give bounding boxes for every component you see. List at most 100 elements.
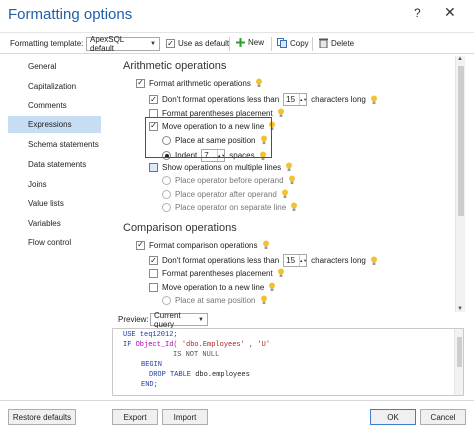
- ok-button[interactable]: OK: [370, 409, 416, 425]
- move-new-line-comp-option[interactable]: Move operation to a new line: [149, 282, 276, 292]
- separate-line-radio[interactable]: [162, 202, 171, 212]
- new-label: New: [248, 38, 265, 47]
- copy-label: Copy: [290, 38, 309, 48]
- lightbulb-icon[interactable]: [260, 295, 268, 305]
- nav-item-variables[interactable]: Variables: [8, 215, 101, 232]
- template-select[interactable]: ApexSQL default ▼: [86, 35, 160, 53]
- code-function: Object_Id: [135, 341, 174, 349]
- highlight-box: [145, 117, 272, 158]
- scrollbar-thumb[interactable]: [458, 66, 464, 216]
- nav-item-label: Schema statements: [28, 140, 99, 149]
- nav-item-expressions[interactable]: Expressions: [8, 116, 101, 133]
- parens-comp-option[interactable]: Format parentheses placement: [149, 268, 285, 278]
- dont-format-comp-checkbox[interactable]: [149, 256, 158, 265]
- code-scrollbar[interactable]: [454, 329, 463, 395]
- scroll-up-icon[interactable]: ▲: [457, 56, 463, 62]
- options-scrollbar[interactable]: ▲ ▼: [455, 56, 465, 312]
- dont-format-arith-checkbox[interactable]: [149, 95, 158, 104]
- restore-defaults-button[interactable]: Restore defaults: [8, 409, 76, 425]
- nav-item-value-lists[interactable]: Value lists: [8, 195, 101, 212]
- place-same-comp-option[interactable]: Place at same position: [162, 295, 268, 305]
- show-multiple-option[interactable]: Show operations on multiple lines: [149, 162, 293, 172]
- after-operand-radio[interactable]: [162, 189, 171, 199]
- dont-format-arith-stepper[interactable]: 15 ▲▼: [283, 93, 308, 106]
- lightbulb-icon[interactable]: [370, 256, 378, 266]
- nav-item-comments[interactable]: Comments: [8, 97, 101, 114]
- comparison-section-title: Comparison operations: [123, 222, 237, 234]
- nav-item-data-statements[interactable]: Data statements: [8, 156, 101, 173]
- code-line: IF Object_Id( 'dbo.Employees' , 'U': [123, 341, 270, 349]
- use-as-default[interactable]: Use as default: [166, 39, 229, 48]
- help-button[interactable]: ?: [414, 6, 421, 20]
- show-multiple-label: Show operations on multiple lines: [162, 162, 282, 172]
- nav-item-general[interactable]: General: [8, 58, 101, 75]
- dont-format-comp-stepper[interactable]: 15 ▲▼: [283, 254, 308, 267]
- nav-item-label: Comments: [28, 101, 67, 110]
- before-operand-option[interactable]: Place operator before operand: [162, 175, 296, 185]
- export-button[interactable]: Export: [112, 409, 158, 425]
- parens-comp-checkbox[interactable]: [149, 268, 158, 278]
- lightbulb-icon[interactable]: [255, 78, 263, 88]
- lightbulb-icon[interactable]: [285, 162, 293, 172]
- cancel-button[interactable]: Cancel: [420, 409, 466, 425]
- after-operand-label: Place operator after operand: [175, 189, 277, 199]
- scrollbar-thumb[interactable]: [457, 337, 462, 367]
- preview-select-value: Current query: [154, 310, 181, 329]
- dialog-footer: Restore defaults Export Import OK Cancel: [0, 400, 474, 430]
- preview-select[interactable]: Current query ▼: [150, 310, 208, 329]
- format-comparison-option[interactable]: Format comparison operations: [136, 240, 270, 250]
- stepper-arrows-icon[interactable]: ▲▼: [299, 94, 307, 105]
- chars-long-label: characters long: [311, 95, 366, 104]
- separate-line-option[interactable]: Place operator on separate line: [162, 202, 298, 212]
- dont-format-arith-label: Don't format operations less than: [162, 95, 280, 104]
- separate-line-label: Place operator on separate line: [175, 202, 287, 212]
- scroll-down-icon[interactable]: ▼: [457, 306, 463, 312]
- delete-icon: [319, 38, 328, 48]
- nav-item-joins[interactable]: Joins: [8, 176, 101, 193]
- format-arithmetic-option[interactable]: Format arithmetic operations: [136, 78, 263, 88]
- lightbulb-icon[interactable]: [277, 268, 285, 278]
- nav-item-label: Value lists: [28, 199, 64, 208]
- dont-format-comp-label: Don't format operations less than: [162, 256, 280, 265]
- nav-item-capitalization[interactable]: Capitalization: [8, 78, 101, 95]
- place-same-comp-radio[interactable]: [162, 295, 171, 305]
- lightbulb-icon[interactable]: [281, 189, 289, 199]
- lightbulb-icon[interactable]: [268, 282, 276, 292]
- use-default-checkbox[interactable]: [166, 39, 175, 48]
- code-preview[interactable]: USE teq12012; IF Object_Id( 'dbo.Employe…: [112, 328, 464, 396]
- nav-item-schema-statements[interactable]: Schema statements: [8, 136, 101, 153]
- move-new-line-comp-checkbox[interactable]: [149, 282, 158, 292]
- toolbar-divider: [312, 37, 313, 51]
- toolbar-divider: [271, 37, 272, 51]
- lightbulb-icon[interactable]: [288, 175, 296, 185]
- before-operand-radio[interactable]: [162, 175, 171, 185]
- format-arithmetic-checkbox[interactable]: [136, 78, 145, 88]
- lightbulb-icon[interactable]: [277, 108, 285, 118]
- dont-format-arith-option[interactable]: Don't format operations less than 15 ▲▼ …: [149, 93, 378, 106]
- nav-item-label: Joins: [28, 180, 47, 189]
- dont-format-comp-option[interactable]: Don't format operations less than 15 ▲▼ …: [149, 254, 378, 267]
- lightbulb-icon[interactable]: [290, 202, 298, 212]
- arithmetic-section-title: Arithmetic operations: [123, 60, 227, 72]
- close-button[interactable]: ✕: [444, 4, 456, 21]
- stepper-arrows-icon[interactable]: ▲▼: [299, 255, 307, 266]
- template-label: Formatting template:: [10, 39, 84, 48]
- plus-icon: [236, 38, 245, 47]
- use-default-label: Use as default: [178, 39, 230, 48]
- format-comparison-checkbox[interactable]: [136, 240, 145, 250]
- preview-label: Preview:: [118, 315, 149, 324]
- code-line: BEGIN: [141, 361, 163, 369]
- copy-icon: [277, 38, 287, 48]
- delete-button[interactable]: Delete: [319, 38, 354, 48]
- copy-button[interactable]: Copy: [277, 38, 309, 48]
- after-operand-option[interactable]: Place operator after operand: [162, 189, 289, 199]
- place-same-comp-label: Place at same position: [175, 295, 256, 305]
- nav-item-flow-control[interactable]: Flow control: [8, 234, 101, 251]
- toolbar-divider: [229, 37, 230, 51]
- show-multiple-checkbox[interactable]: [149, 162, 158, 172]
- before-operand-label: Place operator before operand: [175, 175, 284, 185]
- lightbulb-icon[interactable]: [370, 95, 378, 105]
- new-button[interactable]: New: [236, 38, 264, 47]
- lightbulb-icon[interactable]: [262, 240, 270, 250]
- import-button[interactable]: Import: [162, 409, 208, 425]
